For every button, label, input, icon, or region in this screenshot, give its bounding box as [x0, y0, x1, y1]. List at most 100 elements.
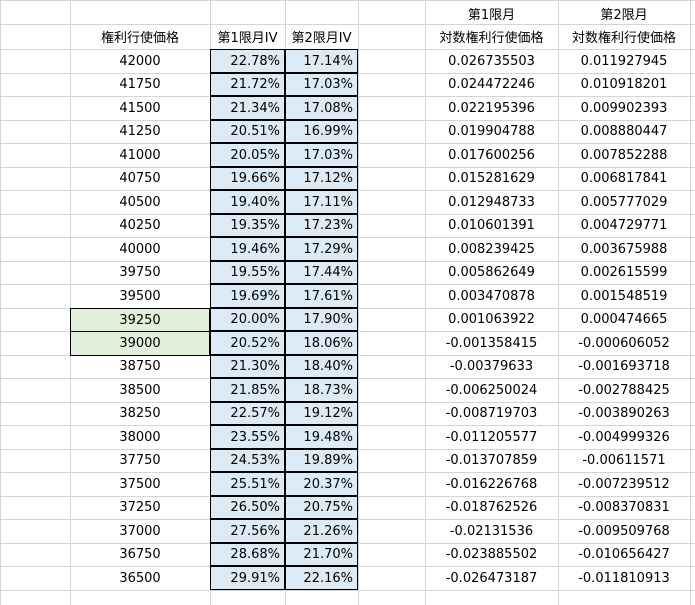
log1-cell[interactable]: -0.008719703: [425, 402, 558, 425]
iv2-cell[interactable]: 20.75%: [285, 496, 358, 519]
iv1-cell[interactable]: 23.55%: [210, 425, 285, 449]
log2-cell[interactable]: -0.00611571: [558, 449, 690, 472]
iv1-cell[interactable]: 22.78%: [210, 49, 285, 73]
log1-cell[interactable]: 0.010601391: [425, 214, 558, 237]
iv1-cell[interactable]: 20.05%: [210, 143, 285, 167]
strike-cell[interactable]: 37750: [70, 449, 210, 472]
strike-cell[interactable]: 42000: [70, 49, 210, 73]
log1-cell[interactable]: 0.001063922: [425, 308, 558, 331]
log2-cell[interactable]: -0.001693718: [558, 355, 690, 378]
iv1-cell[interactable]: 19.35%: [210, 214, 285, 237]
iv1-cell[interactable]: 28.68%: [210, 543, 285, 566]
iv1-cell[interactable]: 20.00%: [210, 308, 285, 331]
iv1-cell[interactable]: 27.56%: [210, 519, 285, 543]
iv1-cell[interactable]: 19.55%: [210, 261, 285, 284]
log2-cell[interactable]: 0.001548519: [558, 284, 690, 308]
log2-cell[interactable]: 0.003675988: [558, 237, 690, 261]
iv2-cell[interactable]: 21.70%: [285, 543, 358, 566]
log2-cell[interactable]: -0.000606052: [558, 331, 690, 355]
iv1-cell[interactable]: 26.50%: [210, 496, 285, 519]
log2-cell[interactable]: 0.002615599: [558, 261, 690, 284]
log2-cell[interactable]: 0.008880447: [558, 120, 690, 143]
log1-cell[interactable]: -0.023885502: [425, 543, 558, 566]
log1-cell[interactable]: 0.017600256: [425, 143, 558, 167]
log1-cell[interactable]: 0.019904788: [425, 120, 558, 143]
iv1-cell[interactable]: 25.51%: [210, 472, 285, 496]
iv1-cell[interactable]: 21.85%: [210, 378, 285, 402]
iv2-cell[interactable]: 17.03%: [285, 143, 358, 167]
strike-cell[interactable]: 41750: [70, 73, 210, 96]
log2-cell[interactable]: -0.004999326: [558, 425, 690, 449]
log1-cell[interactable]: 0.003470878: [425, 284, 558, 308]
log2-cell[interactable]: 0.005777029: [558, 190, 690, 214]
iv2-cell[interactable]: 17.29%: [285, 237, 358, 261]
log2-cell[interactable]: -0.010656427: [558, 543, 690, 566]
header-log2-top[interactable]: 第2限月: [558, 2, 690, 24]
strike-cell[interactable]: 37500: [70, 472, 210, 496]
iv2-cell[interactable]: 17.12%: [285, 167, 358, 190]
log2-cell[interactable]: 0.007852288: [558, 143, 690, 167]
strike-cell[interactable]: 38000: [70, 425, 210, 449]
strike-cell[interactable]: 41000: [70, 143, 210, 167]
strike-cell[interactable]: 38250: [70, 402, 210, 425]
iv2-cell[interactable]: 17.23%: [285, 214, 358, 237]
iv1-cell[interactable]: 22.57%: [210, 402, 285, 425]
iv1-cell[interactable]: 19.40%: [210, 190, 285, 214]
log2-cell[interactable]: 0.009902393: [558, 96, 690, 120]
iv2-cell[interactable]: 18.06%: [285, 331, 358, 355]
iv1-cell[interactable]: 19.69%: [210, 284, 285, 308]
iv1-cell[interactable]: 20.52%: [210, 331, 285, 355]
iv2-cell[interactable]: 18.40%: [285, 355, 358, 378]
log1-cell[interactable]: 0.024472246: [425, 73, 558, 96]
header-log2-bottom[interactable]: 対数権利行使価格: [558, 24, 690, 49]
log2-cell[interactable]: 0.010918201: [558, 73, 690, 96]
strike-cell[interactable]: 38750: [70, 355, 210, 378]
iv2-cell[interactable]: 16.99%: [285, 120, 358, 143]
iv2-cell[interactable]: 21.26%: [285, 519, 358, 543]
log1-cell[interactable]: 0.012948733: [425, 190, 558, 214]
strike-cell[interactable]: 40500: [70, 190, 210, 214]
iv2-cell[interactable]: 17.14%: [285, 49, 358, 73]
log1-cell[interactable]: 0.005862649: [425, 261, 558, 284]
log2-cell[interactable]: 0.006817841: [558, 167, 690, 190]
iv1-cell[interactable]: 21.72%: [210, 73, 285, 96]
log1-cell[interactable]: -0.018762526: [425, 496, 558, 519]
log2-cell[interactable]: 0.000474665: [558, 308, 690, 331]
strike-cell[interactable]: 36500: [70, 566, 210, 590]
iv2-cell[interactable]: 17.90%: [285, 308, 358, 331]
iv1-cell[interactable]: 21.30%: [210, 355, 285, 378]
strike-cell[interactable]: 40000: [70, 237, 210, 261]
iv2-cell[interactable]: 17.08%: [285, 96, 358, 120]
iv2-cell[interactable]: 18.73%: [285, 378, 358, 402]
log1-cell[interactable]: -0.006250024: [425, 378, 558, 402]
header-iv1[interactable]: 第1限月IV: [210, 24, 285, 49]
header-log1-top[interactable]: 第1限月: [425, 2, 558, 24]
iv1-cell[interactable]: 21.34%: [210, 96, 285, 120]
iv2-cell[interactable]: 17.03%: [285, 73, 358, 96]
strike-cell[interactable]: 39000: [70, 331, 210, 356]
iv2-cell[interactable]: 17.44%: [285, 261, 358, 284]
strike-cell[interactable]: 37000: [70, 519, 210, 543]
strike-cell[interactable]: 40750: [70, 167, 210, 190]
iv2-cell[interactable]: 19.89%: [285, 449, 358, 472]
log1-cell[interactable]: 0.022195396: [425, 96, 558, 120]
header-log1-bottom[interactable]: 対数権利行使価格: [425, 24, 558, 49]
log2-cell[interactable]: -0.009509768: [558, 519, 690, 543]
strike-cell[interactable]: 39500: [70, 284, 210, 308]
strike-cell[interactable]: 40250: [70, 214, 210, 237]
log2-cell[interactable]: -0.008370831: [558, 496, 690, 519]
iv2-cell[interactable]: 17.11%: [285, 190, 358, 214]
iv1-cell[interactable]: 19.66%: [210, 167, 285, 190]
log1-cell[interactable]: -0.02131536: [425, 519, 558, 543]
log1-cell[interactable]: -0.001358415: [425, 331, 558, 355]
iv2-cell[interactable]: 19.12%: [285, 402, 358, 425]
iv1-cell[interactable]: 20.51%: [210, 120, 285, 143]
header-strike[interactable]: 権利行使価格: [70, 24, 210, 49]
header-iv2[interactable]: 第2限月IV: [285, 24, 358, 49]
strike-cell[interactable]: 41500: [70, 96, 210, 120]
strike-cell[interactable]: 37250: [70, 496, 210, 519]
log1-cell[interactable]: 0.026735503: [425, 49, 558, 73]
spreadsheet-grid[interactable]: 権利行使価格 第1限月IV 第2限月IV 第1限月 対数権利行使価格 第2限月 …: [0, 0, 695, 605]
strike-cell[interactable]: 41250: [70, 120, 210, 143]
strike-cell[interactable]: 39250: [70, 308, 210, 332]
